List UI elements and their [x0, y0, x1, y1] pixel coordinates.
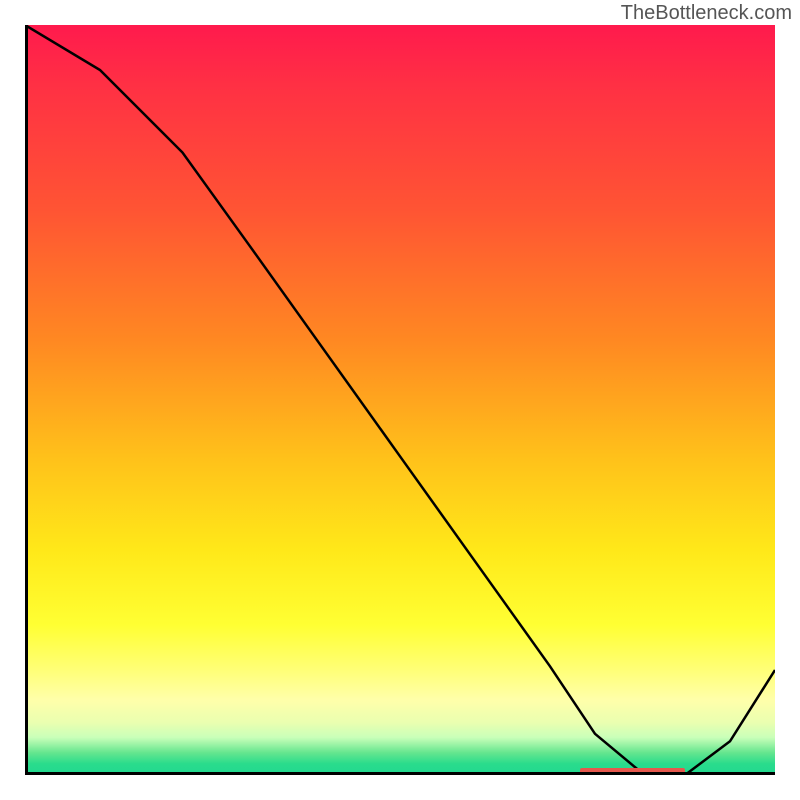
watermark-text: TheBottleneck.com: [621, 2, 792, 25]
bottleneck-curve-path: [25, 25, 775, 775]
chart-plot-area: [25, 25, 775, 775]
min-zone-bar: [580, 768, 685, 775]
chart-curve-svg: [25, 25, 775, 775]
